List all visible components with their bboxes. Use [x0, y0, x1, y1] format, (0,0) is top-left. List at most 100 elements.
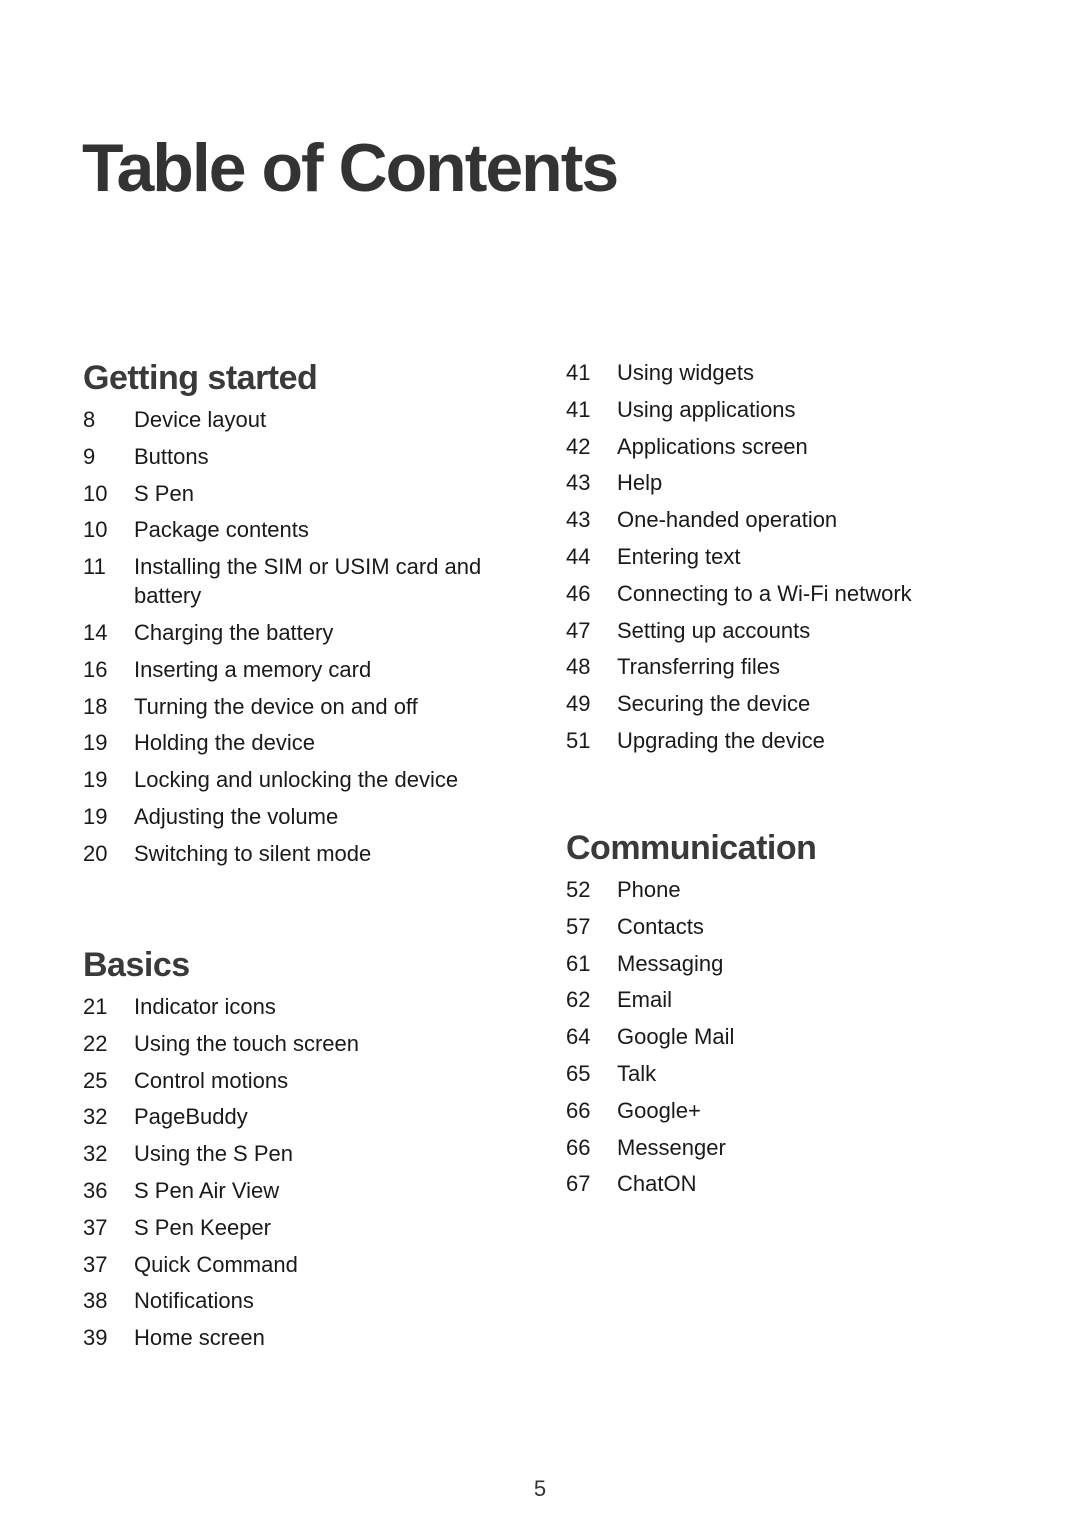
toc-page-number: 43 [566, 507, 591, 533]
toc-page-number: 8 [83, 407, 96, 432]
toc-entry-label: Device layout [134, 407, 267, 432]
toc-entry[interactable]: 62 Email [566, 985, 986, 1014]
toc-entry[interactable]: 52 Phone [566, 875, 986, 904]
toc-entry-label: Setting up accounts [617, 617, 811, 643]
section-basics-continued: 41 Using widgets 41 Using applications 42 App… [566, 358, 986, 763]
toc-list: 41 Using widgets 41 Using applications 42 App… [566, 358, 986, 755]
toc-entry[interactable]: 66 Google+ [566, 1096, 986, 1125]
toc-page-number: 62 [566, 987, 591, 1013]
toc-page-number: 9 [83, 443, 96, 469]
toc-page-number: 42 [566, 433, 591, 459]
toc-entry-label: Connecting to a Wi-Fi network [617, 580, 912, 606]
toc-entry[interactable]: 67 ChatON [566, 1169, 986, 1198]
toc-page-number: 66 [566, 1134, 591, 1160]
toc-entry[interactable]: 38 Notifications [83, 1286, 503, 1315]
toc-entry[interactable]: 21 Indicator icons [83, 992, 503, 1021]
toc-entry[interactable]: 51 Upgrading the device [566, 726, 986, 755]
toc-entry-label: Quick Command [134, 1251, 298, 1277]
page-number: 5 [533, 1476, 547, 1501]
toc-entry-label: Messenger [617, 1134, 726, 1160]
toc-entry[interactable]: 25 Control motions [83, 1066, 503, 1095]
toc-entry-label: ChatON [617, 1171, 697, 1197]
toc-page-number: 67 [566, 1171, 591, 1197]
toc-entry[interactable]: 11 Installing the SIM or USIM card and ba… [83, 552, 503, 610]
toc-page-number: 64 [566, 1024, 591, 1050]
toc-page-number: 10 [83, 517, 108, 543]
toc-page-number: 16 [83, 656, 108, 682]
toc-entry-label: Contacts [617, 913, 704, 939]
toc-entry[interactable]: 61 Messaging [566, 949, 986, 978]
toc-page-number: 38 [83, 1288, 108, 1314]
toc-page-number: 41 [566, 396, 591, 422]
toc-page-number: 52 [566, 877, 591, 902]
toc-entry-label: S Pen [134, 480, 194, 506]
toc-entry[interactable]: 46 Connecting to a Wi-Fi network [566, 579, 986, 608]
toc-entry[interactable]: 22 Using the touch screen [83, 1029, 503, 1058]
toc-entry[interactable]: 64 Google Mail [566, 1022, 986, 1051]
toc-entry[interactable]: 19 Locking and unlocking the device [83, 765, 503, 794]
toc-entry[interactable]: 44 Entering text [566, 542, 986, 571]
toc-page-number: 61 [566, 950, 591, 976]
toc-entry[interactable]: 65 Talk [566, 1059, 986, 1088]
toc-entry[interactable]: 19 Adjusting the volume [83, 802, 503, 831]
toc-entry[interactable]: 20 Switching to silent mode [83, 839, 503, 868]
toc-page-number: 37 [83, 1251, 108, 1277]
toc-entry[interactable]: 47 Setting up accounts [566, 616, 986, 645]
toc-entry-label: Securing the device [617, 691, 811, 717]
section-heading: Communication [566, 829, 817, 867]
section-heading: Getting started [83, 359, 318, 397]
toc-entry-label: Turning the device on and off [134, 693, 418, 719]
toc-entry[interactable]: 10 S Pen [83, 479, 503, 508]
toc-entry[interactable]: 9 Buttons [83, 442, 503, 471]
toc-entry[interactable]: 18 Turning the device on and off [83, 692, 503, 721]
toc-entry-label: Using the touch screen [134, 1030, 360, 1056]
toc-entry[interactable]: 14 Charging the battery [83, 618, 503, 647]
toc-page-number: 66 [566, 1097, 591, 1123]
toc-entry[interactable]: 39 Home screen [83, 1323, 503, 1352]
toc-page-number: 11 [83, 554, 106, 580]
toc-page-number: 46 [566, 580, 591, 606]
toc-entry-label: Applications screen [617, 433, 808, 459]
toc-entry-label: Switching to silent mode [134, 840, 372, 866]
toc-page-number: 65 [566, 1060, 591, 1086]
toc-entry[interactable]: 41 Using widgets [566, 358, 986, 387]
toc-entry-label: Using applications [617, 396, 796, 422]
toc-entry[interactable]: 32 PageBuddy [83, 1102, 503, 1131]
toc-entry[interactable]: 16 Inserting a memory card [83, 655, 503, 684]
toc-page-number: 47 [566, 617, 591, 643]
toc-entry[interactable]: 36 S Pen Air View [83, 1176, 503, 1205]
toc-page-number: 41 [566, 360, 591, 385]
toc-entry[interactable]: 37 Quick Command [83, 1250, 503, 1279]
toc-page-number: 19 [83, 730, 108, 756]
toc-entry[interactable]: 41 Using applications [566, 395, 986, 424]
toc-entry[interactable]: 57 Contacts [566, 912, 986, 941]
toc-entry[interactable]: 49 Securing the device [566, 689, 986, 718]
toc-list: 8 Device layout 9 Buttons 10 S Pen 10 Package c… [83, 405, 503, 868]
toc-entry[interactable]: 42 Applications screen [566, 432, 986, 461]
toc-entry-label: Notifications [134, 1288, 254, 1314]
toc-entry-label: PageBuddy [134, 1104, 248, 1130]
toc-entry[interactable]: 19 Holding the device [83, 728, 503, 757]
section-basics: Basics 21 Indicator icons 22 Using the touc… [83, 945, 503, 1360]
toc-entry-label: Google Mail [617, 1024, 735, 1050]
toc-entry[interactable]: 10 Package contents [83, 515, 503, 544]
toc-page-number: 14 [83, 619, 108, 645]
toc-list: 52 Phone 57 Contacts 61 Messaging 62 Email 64 Goo… [566, 875, 986, 1198]
section-getting-started: Getting started 8 Device layout 9 Buttons 10… [83, 358, 503, 876]
section-heading: Basics [83, 946, 190, 984]
toc-entry[interactable]: 48 Transferring files [566, 652, 986, 681]
toc-entry-label: Transferring files [617, 654, 781, 680]
toc-entry[interactable]: 8 Device layout [83, 405, 503, 434]
toc-entry[interactable]: 37 S Pen Keeper [83, 1213, 503, 1242]
toc-page-number: 25 [83, 1067, 108, 1093]
toc-page-number: 57 [566, 913, 591, 939]
toc-entry[interactable]: 66 Messenger [566, 1133, 986, 1162]
toc-entry-label: Phone [617, 877, 681, 902]
toc-page-number: 39 [83, 1325, 108, 1351]
toc-entry-label: Entering text [617, 543, 741, 569]
toc-entry[interactable]: 32 Using the S Pen [83, 1139, 503, 1168]
toc-entry[interactable]: 43 One-handed operation [566, 505, 986, 534]
toc-entry[interactable]: 43 Help [566, 468, 986, 497]
toc-entry-label: Installing the SIM or USIM card and batt… [134, 554, 482, 609]
section-communication: Communication 52 Phone 57 Contacts 61 Messagi… [566, 828, 986, 1206]
